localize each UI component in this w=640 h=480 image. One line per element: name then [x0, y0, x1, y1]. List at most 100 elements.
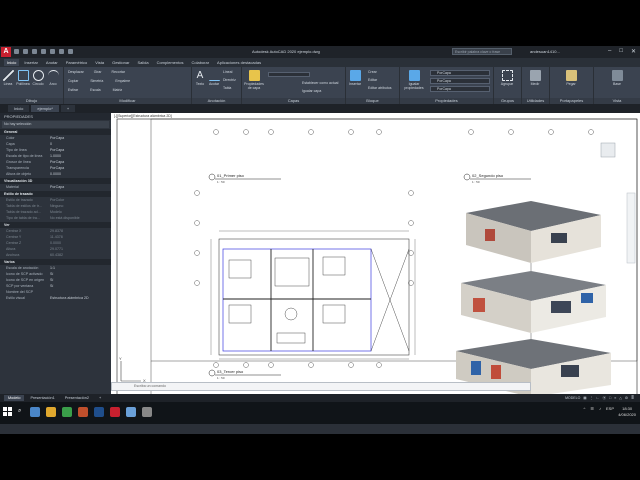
annotation-scale-icon[interactable]: △ — [619, 396, 622, 400]
lineweight-icon[interactable]: ≡ — [614, 396, 616, 400]
minimize-button[interactable]: – — [608, 48, 611, 55]
save-icon[interactable] — [32, 49, 37, 54]
linetype-dropdown[interactable]: PorCapa — [430, 86, 490, 92]
tab-gestionar[interactable]: Gestionar — [109, 59, 132, 66]
leader-dropdown[interactable]: Directriz — [223, 78, 236, 82]
tab-presentacion2[interactable]: Presentación2 — [61, 395, 93, 401]
scale-button[interactable]: Escala — [90, 88, 101, 92]
chrome-icon[interactable] — [62, 407, 72, 417]
property-value[interactable]: 60.4382 — [48, 252, 111, 258]
tab-salida[interactable]: Salida — [134, 59, 151, 66]
text-button[interactable]: A Texto — [193, 70, 207, 86]
app-icon[interactable] — [142, 407, 152, 417]
close-button[interactable]: ✕ — [631, 48, 636, 55]
customize-icon[interactable]: ≣ — [631, 396, 634, 400]
ortho-icon[interactable]: ∟ — [596, 396, 599, 400]
fillet-button[interactable]: Empalme — [115, 79, 130, 83]
line-button[interactable]: Línea — [1, 70, 15, 86]
polar-icon[interactable]: ⦿ — [603, 396, 607, 401]
workspace-icon[interactable]: ⚙ — [625, 396, 628, 400]
tab-inicio[interactable]: Inicio — [4, 59, 20, 66]
circle-button[interactable]: Círculo — [31, 70, 45, 86]
photoshop-icon[interactable] — [94, 407, 104, 417]
table-button[interactable]: Tabla — [223, 86, 231, 90]
tab-aplicaciones[interactable]: Aplicaciones destacadas — [214, 59, 264, 66]
grid-icon[interactable]: ▦ — [583, 396, 586, 400]
network-icon[interactable]: ☰ — [590, 406, 594, 411]
tab-modelo[interactable]: Modelo — [4, 395, 25, 401]
property-row[interactable]: Altura de objeto 0.0000 — [0, 171, 111, 177]
snap-icon[interactable]: ⋮ — [590, 396, 594, 400]
tab-colaborar[interactable]: Colaborar — [188, 59, 212, 66]
new-icon[interactable] — [14, 49, 19, 54]
measure-button[interactable]: Medir — [528, 70, 542, 86]
osnap-icon[interactable]: □ — [609, 396, 611, 400]
tab-anotar[interactable]: Anotar — [43, 59, 61, 66]
property-row[interactable]: Anchura 60.4382 — [0, 252, 111, 258]
stretch-button[interactable]: Estirar — [68, 88, 78, 92]
tab-parametrico[interactable]: Paramétrico — [63, 59, 91, 66]
plot-icon[interactable] — [50, 49, 55, 54]
user-account[interactable]: andesuan1410... — [530, 49, 560, 54]
property-row[interactable]: Tipo de tabla de tra... No está disponibl… — [0, 215, 111, 221]
chevron-up-icon[interactable]: ^ — [584, 406, 586, 411]
taskbar-search-icon[interactable]: ⌕ — [18, 408, 21, 415]
match-layer-button[interactable]: Igualar capa — [302, 89, 321, 93]
file-explorer-icon[interactable] — [46, 407, 56, 417]
linear-dropdown[interactable]: Lineal — [223, 70, 232, 74]
revit-icon[interactable] — [126, 407, 136, 417]
mirror-button[interactable]: Simetría — [90, 79, 103, 83]
group-button[interactable]: Agrupar — [500, 70, 514, 86]
property-row[interactable]: Estilo visual Estructura alámbrica 2D — [0, 295, 111, 301]
command-line[interactable]: Escriba un comando — [111, 382, 531, 391]
trim-button[interactable]: Recortar — [112, 70, 125, 74]
search-input[interactable]: Escribir palabra clave o frase — [452, 48, 512, 55]
tab-vista[interactable]: Vista — [92, 59, 107, 66]
clock[interactable]: 18:30 4/06/2020 — [618, 406, 636, 418]
lineweight-dropdown[interactable]: PorCapa — [430, 78, 490, 84]
autocad-logo-icon[interactable]: A — [1, 47, 11, 57]
base-view-button[interactable]: Base — [610, 70, 624, 86]
property-value[interactable]: 0.0000 — [48, 171, 111, 177]
color-dropdown[interactable]: PorCapa — [430, 70, 490, 76]
open-icon[interactable] — [23, 49, 28, 54]
undo-icon[interactable] — [59, 49, 64, 54]
tab-insertar[interactable]: Insertar — [21, 59, 41, 66]
task-view-icon[interactable] — [30, 407, 40, 417]
property-value[interactable]: Estructura alámbrica 2D — [48, 295, 111, 301]
selection-dropdown[interactable]: No hay selección — [2, 121, 109, 128]
property-row[interactable]: Material PorCapa — [0, 184, 111, 190]
doc-tab-ejemplo[interactable]: ejemplo* — [31, 105, 59, 112]
maximize-button[interactable]: □ — [619, 48, 623, 55]
tab-complementos[interactable]: Complementos — [154, 59, 187, 66]
saveas-icon[interactable] — [41, 49, 46, 54]
edit-block-button[interactable]: Editar — [368, 78, 377, 82]
new-tab-button[interactable]: + — [60, 105, 76, 112]
edit-attributes-button[interactable]: Editar atributos — [368, 86, 392, 90]
windows-start-icon[interactable] — [3, 407, 13, 417]
tab-presentacion1[interactable]: Presentación1 — [26, 395, 58, 401]
powerpoint-icon[interactable] — [78, 407, 88, 417]
drawing-area[interactable]: [-][Superior][Estructura alámbrica 2D] 0… — [111, 113, 640, 401]
redo-icon[interactable] — [68, 49, 73, 54]
move-button[interactable]: Desplazar — [68, 70, 84, 74]
property-value[interactable]: PorCapa — [48, 184, 111, 190]
rotate-button[interactable]: Girar — [94, 70, 102, 74]
polyline-button[interactable]: Polilínea — [16, 70, 30, 86]
set-current-button[interactable]: Establecer como actual — [302, 81, 338, 85]
dimension-button[interactable]: Acotar — [207, 70, 221, 86]
add-layout-button[interactable]: + — [95, 395, 105, 401]
arc-button[interactable]: Arco — [46, 70, 60, 86]
autocad-taskbar-icon[interactable] — [110, 407, 120, 417]
layer-properties-button[interactable]: Propiedades de capa — [244, 70, 264, 90]
copy-button[interactable]: Copiar — [68, 79, 78, 83]
insert-block-button[interactable]: Insertar — [348, 70, 362, 86]
match-properties-button[interactable]: Igualar propiedades — [402, 70, 426, 90]
layer-dropdown[interactable] — [268, 72, 310, 77]
volume-icon[interactable]: ♪ — [599, 406, 601, 411]
language-indicator[interactable]: ESP — [606, 406, 614, 411]
array-button[interactable]: Matriz — [113, 88, 123, 92]
paste-button[interactable]: Pegar — [564, 70, 578, 86]
model-space-toggle[interactable]: MODELO — [565, 396, 580, 400]
doc-tab-inicio[interactable]: Inicio — [8, 105, 30, 112]
